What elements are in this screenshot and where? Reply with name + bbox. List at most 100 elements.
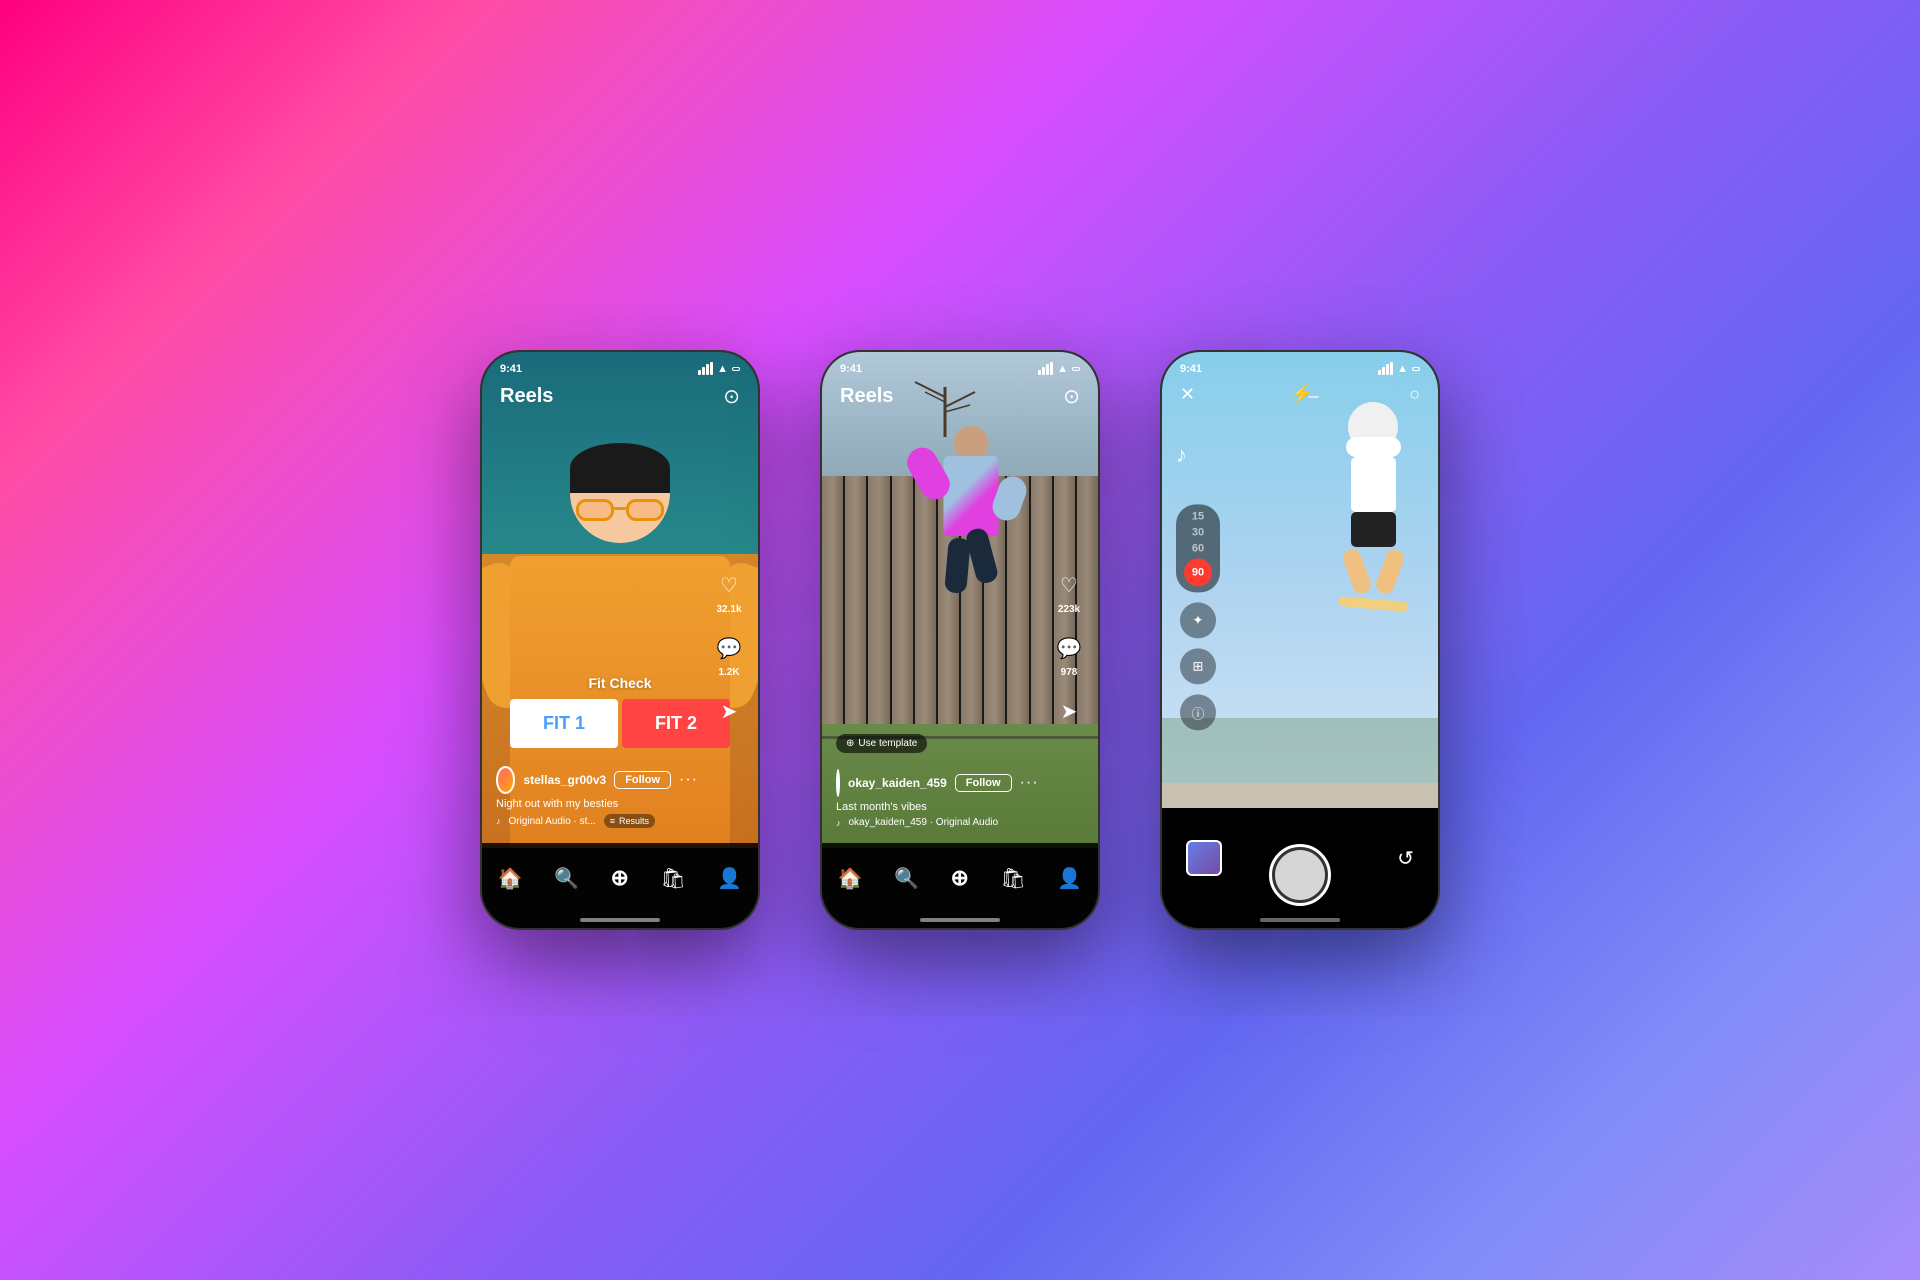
phone-2: 9:41 ▲ Reels ⊙ ⊕ Use template [820,350,1100,930]
camera-left-tools: 15 30 60 90 ✦ ⊞ ⓘ [1176,504,1220,730]
status-icons-1: ▲ [698,362,740,375]
flip-camera-button[interactable]: ↺ [1397,846,1414,871]
user-row-2: okay_kaiden_459 Follow ··· [836,769,1038,797]
shutter-container [1269,844,1331,906]
home-indicator-2 [920,918,1000,922]
dancer-figure [944,426,999,593]
camera-icon-2[interactable]: ⊙ [1063,384,1080,409]
gallery-thumbnail[interactable] [1186,840,1222,876]
template-text: Use template [858,738,917,749]
more-options-1[interactable]: ··· [679,771,698,789]
use-template-badge[interactable]: ⊕ Use template [836,734,927,753]
duration-30[interactable]: 30 [1192,526,1204,538]
phone-1: 9:41 ▲ Reels ⊙ Fit Check FIT 1 F [480,350,760,930]
like-group[interactable]: ♡ 32.1k [712,568,746,615]
audio-section-2: ♪ okay_kaiden_459 · Original Audio [836,817,1038,828]
skateboarder-figure [1338,402,1408,609]
nav-profile-1[interactable]: 👤 [717,866,742,891]
duration-15[interactable]: 15 [1192,510,1204,522]
more-options-2[interactable]: ··· [1020,774,1039,792]
nav-shop-1[interactable]: 🛍 [660,866,685,891]
status-bar-1: 9:41 ▲ [482,352,758,379]
circle-icon[interactable]: ○ [1409,384,1420,405]
grid-tool[interactable]: ⊞ [1180,648,1216,684]
wifi-icon-2: ▲ [1057,363,1068,375]
duration-selector: 15 30 60 90 [1176,504,1220,592]
comment-group-2[interactable]: 💬 978 [1052,631,1086,678]
results-text: Results [619,816,649,826]
duration-60[interactable]: 60 [1192,542,1204,554]
camera-icon-1[interactable]: ⊙ [723,384,740,409]
status-icons-3: ▲ [1378,362,1420,375]
nav-home-2[interactable]: 🏠 [838,866,863,891]
status-time-2: 9:41 [840,363,862,375]
audio-note-icon-2: ♪ [836,818,841,828]
battery-icon [732,367,740,371]
comment-group[interactable]: 💬 1.2K [712,631,746,678]
status-time-1: 9:41 [500,363,522,375]
right-action-icons-2: ♡ 223k 💬 978 ➤ [1052,568,1086,728]
shutter-inner [1275,850,1325,900]
user-info-1: stellas_gr00v3 Follow ··· Night out with… [496,766,698,828]
shutter-button[interactable] [1269,844,1331,906]
audio-section-1: ♪ Original Audio · st... ≡ Results [496,814,698,828]
nav-reels-1[interactable]: ⊕ [611,865,629,891]
wifi-icon-3: ▲ [1397,363,1408,375]
music-note-icon[interactable]: ♪ [1176,442,1187,468]
right-action-icons: ♡ 32.1k 💬 1.2K ➤ [712,568,746,728]
audio-text-1[interactable]: Original Audio · st... [509,816,596,827]
results-badge[interactable]: ≡ Results [604,814,655,828]
battery-icon-2 [1072,367,1080,371]
comment-icon: 💬 [712,631,746,665]
close-button[interactable]: ✕ [1180,384,1195,405]
nav-search-1[interactable]: 🔍 [554,866,579,891]
bottom-nav-2: 🏠 🔍 ⊕ 🛍 👤 [822,843,1098,928]
timer-tool[interactable]: ⓘ [1180,694,1216,730]
reels-title-1: Reels [500,385,553,408]
nav-home-1[interactable]: 🏠 [498,866,523,891]
wifi-icon: ▲ [717,363,728,375]
status-icons-2: ▲ [1038,362,1080,375]
follow-button-1[interactable]: Follow [614,771,671,789]
heart-icon-2: ♡ [1052,568,1086,602]
heart-icon: ♡ [712,568,746,602]
audio-text-2[interactable]: okay_kaiden_459 · Original Audio [849,817,999,828]
battery-icon-3 [1412,367,1420,371]
camera-bottom: ↺ [1162,808,1438,928]
nav-shop-2[interactable]: 🛍 [1000,866,1025,891]
sparkle-tool[interactable]: ✦ [1180,602,1216,638]
template-icon: ⊕ [846,738,854,749]
like-count-2: 223k [1058,604,1080,615]
comment-icon-2: 💬 [1052,631,1086,665]
phone-3: 9:41 ▲ ✕ ⚡̶ ○ ♪ 15 [1160,350,1440,930]
nav-search-2[interactable]: 🔍 [894,866,919,891]
camera-header: ✕ ⚡̶ ○ [1162,380,1438,409]
status-bar-2: 9:41 ▲ [822,352,1098,379]
like-count: 32.1k [716,604,741,615]
signal-icon-2 [1038,362,1053,375]
signal-icon-3 [1378,362,1393,375]
avatar-2 [836,769,840,797]
nav-profile-2[interactable]: 👤 [1057,866,1082,891]
send-icon: ➤ [712,694,746,728]
duration-90[interactable]: 90 [1184,558,1212,586]
status-bar-3: 9:41 ▲ [1162,352,1438,379]
comment-count: 1.2K [718,667,739,678]
reels-title-2: Reels [840,385,893,408]
flash-disabled-icon[interactable]: ⚡̶ [1291,384,1313,405]
username-2[interactable]: okay_kaiden_459 [848,776,947,790]
results-icon: ≡ [610,816,615,826]
follow-button-2[interactable]: Follow [955,774,1012,792]
share-group[interactable]: ➤ [712,694,746,728]
username-1[interactable]: stellas_gr00v3 [523,773,606,787]
signal-icon [698,362,713,375]
home-indicator-3 [1260,918,1340,922]
avatar-1 [496,766,515,794]
user-row-1: stellas_gr00v3 Follow ··· [496,766,698,794]
nav-reels-2[interactable]: ⊕ [951,865,969,891]
fit1-button[interactable]: FIT 1 [510,699,618,748]
fit-check-overlay: Fit Check FIT 1 FIT 2 [510,675,730,748]
like-group-2[interactable]: ♡ 223k [1052,568,1086,615]
app-header-1: Reels ⊙ [482,380,758,413]
share-group-2[interactable]: ➤ [1052,694,1086,728]
